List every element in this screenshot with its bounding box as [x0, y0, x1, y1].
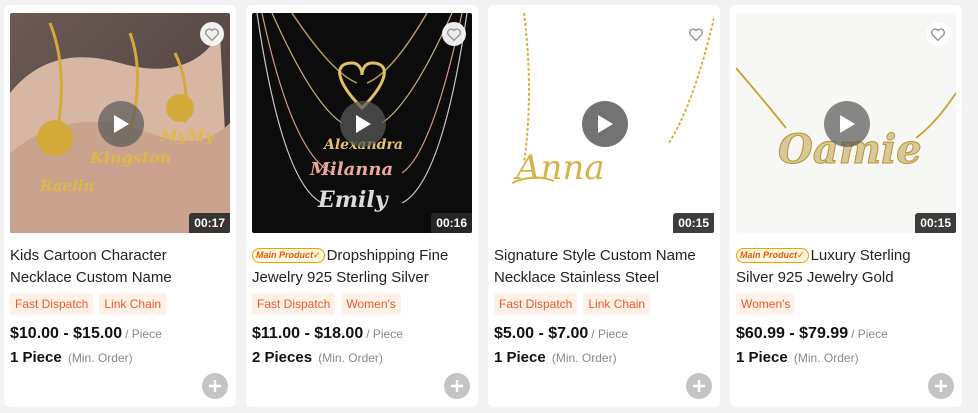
product-tags: Fast Dispatch Link Chain	[494, 293, 651, 315]
product-title-text[interactable]: Signature Style Custom Name Necklace Sta…	[494, 247, 696, 289]
price-unit: / Piece	[366, 327, 403, 341]
moq-value: 1 Piece	[494, 349, 546, 366]
price-value: $60.99 - $79.99	[736, 325, 849, 342]
add-button[interactable]	[928, 373, 954, 399]
tag-fast-dispatch: Fast Dispatch	[494, 293, 578, 315]
favorite-button[interactable]	[200, 22, 224, 46]
product-card[interactable]: Anna 00:15 Signature Style Custom Name N…	[488, 5, 720, 407]
tag-link-chain: Link Chain	[99, 293, 167, 315]
moq-value: 1 Piece	[736, 349, 788, 366]
product-title-text[interactable]: Kids Cartoon Character Necklace Custom N…	[10, 247, 172, 289]
product-card[interactable]: Raelin Kingston MyMy 00:17 Kids Cartoon …	[4, 5, 236, 407]
tag-fast-dispatch: Fast Dispatch	[10, 293, 94, 315]
price-value: $5.00 - $7.00	[494, 325, 589, 342]
necklace-name-text: Kingston	[89, 148, 172, 167]
check-icon: ✓	[313, 250, 321, 260]
product-video-thumbnail[interactable]: Anna 00:15	[494, 13, 714, 233]
price-range: $60.99 - $79.99/ Piece	[736, 325, 888, 343]
price-range: $10.00 - $15.00/ Piece	[10, 325, 162, 343]
price-unit: / Piece	[851, 327, 888, 341]
main-product-badge: Main Product✓	[736, 248, 809, 263]
necklace-name-text: Raelin	[39, 177, 94, 195]
add-button[interactable]	[444, 373, 470, 399]
price-value: $10.00 - $15.00	[10, 325, 123, 342]
minimum-order: 2 Pieces (Min. Order)	[252, 349, 383, 366]
product-video-thumbnail[interactable]: Alexandra Milanna Emily 00:16	[252, 13, 472, 233]
heart-icon	[689, 27, 703, 41]
product-video-thumbnail[interactable]: Oamie 00:15	[736, 13, 956, 233]
favorite-button[interactable]	[684, 22, 708, 46]
add-icon	[693, 380, 705, 392]
necklace-name-text: MyMy	[159, 126, 216, 145]
minimum-order: 1 Piece (Min. Order)	[494, 349, 617, 366]
product-tags: Women's	[736, 293, 796, 315]
product-title[interactable]: Main Product✓ Luxury Sterling Silver 925 …	[736, 245, 952, 289]
product-video-thumbnail[interactable]: Raelin Kingston MyMy 00:17	[10, 13, 230, 233]
necklace-name-text: Milanna	[309, 159, 393, 180]
price-range: $5.00 - $7.00/ Piece	[494, 325, 628, 343]
video-duration: 00:15	[915, 213, 956, 233]
moq-value: 1 Piece	[10, 349, 62, 366]
favorite-button[interactable]	[926, 22, 950, 46]
price-unit: / Piece	[591, 327, 628, 341]
moq-note: (Min. Order)	[551, 351, 617, 365]
moq-value: 2 Pieces	[252, 349, 313, 366]
play-button[interactable]	[98, 101, 144, 147]
heart-icon	[205, 27, 219, 41]
product-card[interactable]: Alexandra Milanna Emily 00:16 Main Produ…	[246, 5, 478, 407]
play-icon	[840, 115, 855, 133]
minimum-order: 1 Piece (Min. Order)	[10, 349, 133, 366]
main-product-badge: Main Product✓	[252, 248, 325, 263]
moq-note: (Min. Order)	[318, 351, 383, 365]
add-button[interactable]	[686, 373, 712, 399]
tag-womens: Women's	[341, 293, 401, 315]
product-card[interactable]: Oamie 00:15 Main Product✓ Luxury Sterling…	[730, 5, 962, 407]
badge-label: Main Product	[256, 250, 314, 260]
play-icon	[114, 115, 129, 133]
tag-link-chain: Link Chain	[583, 293, 651, 315]
price-unit: / Piece	[125, 327, 162, 341]
badge-label: Main Product	[740, 250, 798, 260]
add-button[interactable]	[202, 373, 228, 399]
play-icon	[356, 115, 371, 133]
moq-note: (Min. Order)	[67, 351, 133, 365]
price-value: $11.00 - $18.00	[252, 325, 364, 342]
favorite-button[interactable]	[442, 22, 466, 46]
play-button[interactable]	[340, 101, 386, 147]
heart-icon	[447, 27, 461, 41]
play-button[interactable]	[582, 101, 628, 147]
video-duration: 00:17	[189, 213, 230, 233]
product-title[interactable]: Signature Style Custom Name Necklace Sta…	[494, 245, 710, 289]
check-icon: ✓	[797, 250, 805, 260]
tag-womens: Women's	[736, 293, 796, 315]
product-title[interactable]: Main Product✓ Dropshipping Fine Jewelry 9…	[252, 245, 468, 289]
add-icon	[935, 380, 947, 392]
product-tags: Fast Dispatch Link Chain	[10, 293, 167, 315]
play-icon	[598, 115, 613, 133]
price-range: $11.00 - $18.00/ Piece	[252, 325, 403, 343]
necklace-name-text: Anna	[513, 148, 605, 188]
necklace-name-text: Emily	[317, 187, 390, 213]
minimum-order: 1 Piece (Min. Order)	[736, 349, 859, 366]
video-duration: 00:16	[431, 213, 472, 233]
add-icon	[451, 380, 463, 392]
product-title[interactable]: Kids Cartoon Character Necklace Custom N…	[10, 245, 226, 289]
video-duration: 00:15	[673, 213, 714, 233]
tag-fast-dispatch: Fast Dispatch	[252, 293, 336, 315]
product-tags: Fast Dispatch Women's	[252, 293, 401, 315]
heart-icon	[931, 27, 945, 41]
moq-note: (Min. Order)	[793, 351, 859, 365]
add-icon	[209, 380, 221, 392]
play-button[interactable]	[824, 101, 870, 147]
